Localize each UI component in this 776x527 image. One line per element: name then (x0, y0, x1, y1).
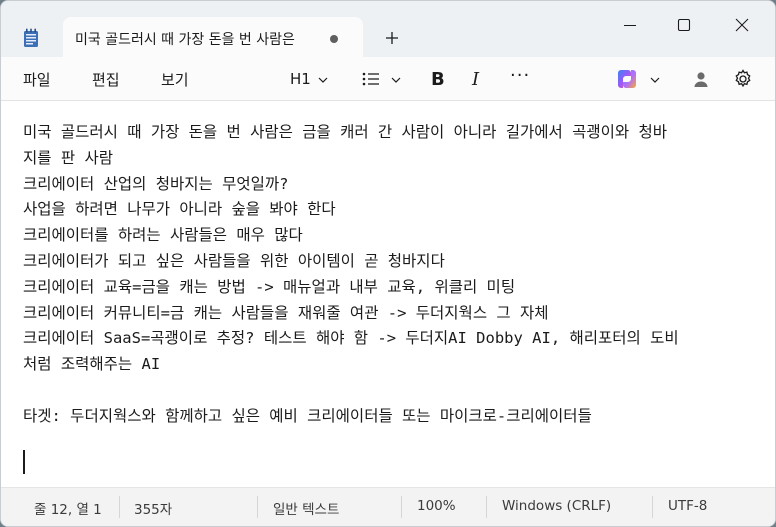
cursor-position: 줄 12, 열 1 (34, 502, 102, 518)
settings-gear-icon[interactable] (732, 68, 754, 90)
tab-title: 미국 골드러시 때 가장 돈을 번 사람은 (75, 32, 295, 48)
list-icon[interactable] (361, 69, 381, 89)
menu-bar: 파일 편집 보기 H1 B I ··· (1, 57, 775, 101)
notepad-window: 미국 골드러시 때 가장 돈을 번 사람은 파일 편집 보기 H1 B I ··… (0, 0, 776, 527)
zoom-level[interactable]: 100% (417, 498, 456, 514)
title-bar: 미국 골드러시 때 가장 돈을 번 사람은 (1, 1, 775, 57)
text-line[interactable]: 크리에이터를 하려는 사람들은 매우 많다 (23, 223, 759, 249)
tab-document[interactable]: 미국 골드러시 때 가장 돈을 번 사람은 (63, 17, 363, 57)
text-line[interactable]: 지를 판 사람 (23, 146, 759, 172)
character-count: 355자 (134, 502, 173, 518)
text-format[interactable]: 일반 텍스트 (273, 498, 339, 518)
copilot-icon[interactable] (615, 67, 639, 91)
text-line[interactable]: 크리에이터 산업의 청바지는 무엇일까? (23, 172, 759, 198)
italic-button[interactable]: I (472, 69, 479, 93)
more-options-button[interactable]: ··· (510, 65, 530, 89)
status-divider (652, 496, 653, 518)
text-line[interactable]: 사업을 하려면 나무가 아니라 숲을 봐야 한다 (23, 197, 759, 223)
close-button[interactable] (732, 15, 752, 35)
menu-file[interactable]: 파일 (23, 69, 51, 90)
status-divider (486, 496, 487, 518)
text-line[interactable] (23, 378, 759, 404)
text-line[interactable]: 크리에이터 SaaS=곡괭이로 추정? 테스트 해야 함 -> 두더지AI Do… (23, 326, 759, 352)
account-icon[interactable] (691, 69, 711, 89)
text-line[interactable]: 크리에이터 교육=금을 캐는 방법 -> 매뉴얼과 내부 교육, 위클리 미팅 (23, 275, 759, 301)
status-bar: 줄 12, 열 1 355자 일반 텍스트 100% Windows (CRLF… (1, 487, 775, 526)
notepad-app-icon (24, 28, 38, 47)
chevron-down-icon[interactable] (317, 74, 329, 86)
chevron-down-icon[interactable] (649, 74, 661, 86)
maximize-button[interactable] (674, 15, 694, 35)
encoding[interactable]: UTF-8 (668, 498, 707, 514)
text-line[interactable]: 크리에이터 커뮤니티=금 캐는 사람들을 재워줄 여관 -> 두더지웍스 그 자… (23, 301, 759, 327)
text-line[interactable]: 처럼 조력해주는 AI (23, 352, 759, 378)
editor-content[interactable]: 미국 골드러시 때 가장 돈을 번 사람은 금을 캐러 간 사람이 아니라 길가… (23, 120, 759, 455)
menu-view[interactable]: 보기 (161, 69, 189, 90)
minimize-button[interactable] (620, 15, 640, 35)
text-caret (23, 450, 25, 474)
status-divider (257, 496, 258, 518)
unsaved-indicator-icon[interactable] (330, 35, 338, 43)
status-divider (119, 496, 120, 518)
menu-edit[interactable]: 편집 (92, 69, 120, 90)
text-editor[interactable]: 미국 골드러시 때 가장 돈을 번 사람은 금을 캐러 간 사람이 아니라 길가… (1, 101, 775, 487)
chevron-down-icon[interactable] (390, 74, 402, 86)
text-line[interactable]: 크리에이터가 되고 싶은 사람들을 위한 아이템이 곧 청바지다 (23, 249, 759, 275)
status-divider (401, 496, 402, 518)
text-line[interactable]: 타겟: 두더지웍스와 함께하고 싶은 예비 크리에이터들 또는 마이크로-크리에… (23, 404, 759, 430)
bold-button[interactable]: B (431, 69, 445, 93)
text-line[interactable] (23, 430, 759, 456)
text-line[interactable]: 미국 골드러시 때 가장 돈을 번 사람은 금을 캐러 간 사람이 아니라 길가… (23, 120, 759, 146)
new-tab-button[interactable] (381, 27, 403, 49)
line-ending[interactable]: Windows (CRLF) (502, 498, 611, 514)
heading-dropdown[interactable]: H1 (290, 70, 311, 94)
